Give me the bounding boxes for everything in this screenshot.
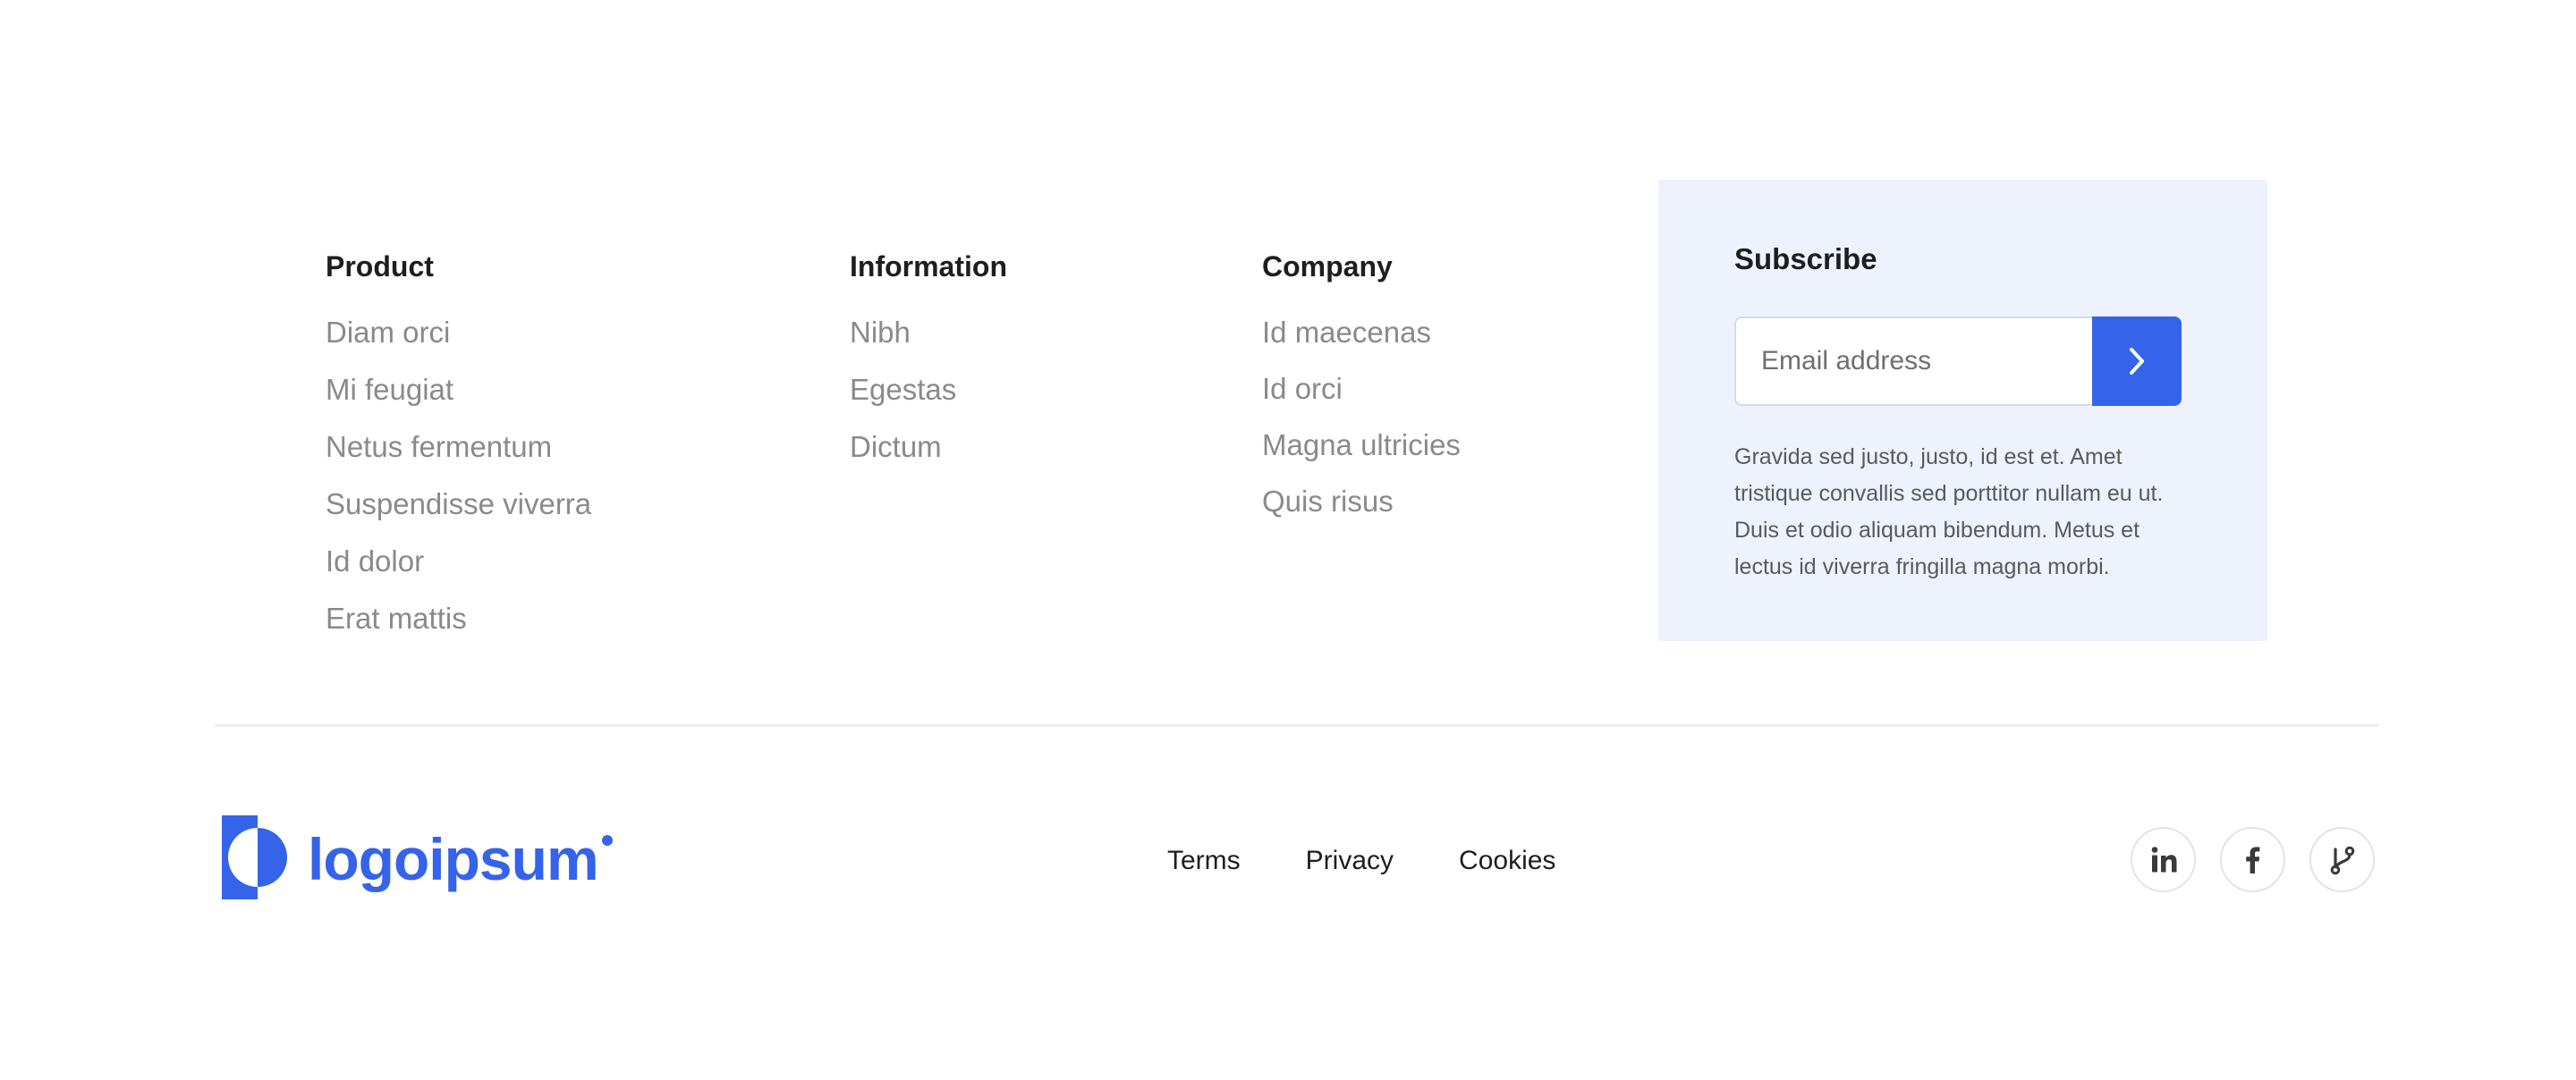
facebook-button[interactable]	[2220, 827, 2285, 892]
social-links	[2131, 827, 2375, 892]
linkedin-icon	[2148, 844, 2180, 876]
product-link[interactable]: Diam orci	[326, 315, 591, 350]
logo-mark-icon	[222, 814, 288, 904]
information-link[interactable]: Dictum	[850, 429, 1007, 465]
subscribe-title: Subscribe	[1734, 242, 1877, 275]
logo-dot	[601, 835, 613, 846]
company-link-list: Id maecenas Id orci Magna ultricies Quis…	[1262, 315, 1461, 519]
subscribe-panel: Subscribe Gravida sed justo, justo, id e…	[1658, 180, 2267, 641]
product-link[interactable]: Id dolor	[326, 544, 591, 579]
chevron-right-icon	[2123, 346, 2150, 376]
column-title-company: Company	[1262, 250, 1393, 283]
cookies-link[interactable]: Cookies	[1459, 843, 1555, 879]
git-branch-icon	[2326, 844, 2359, 876]
product-link[interactable]: Suspendisse viverra	[326, 486, 591, 522]
subscribe-form	[1734, 316, 2182, 406]
company-link[interactable]: Quis risus	[1262, 484, 1461, 519]
terms-link[interactable]: Terms	[1167, 843, 1241, 879]
subscribe-submit-button[interactable]	[2092, 316, 2182, 406]
footer-column-information: Information Nibh Egestas Dictum	[850, 249, 1007, 465]
column-title-information: Information	[850, 250, 1007, 283]
brand-logo[interactable]: logoipsum	[222, 814, 613, 904]
company-link[interactable]: Id orci	[1262, 371, 1461, 407]
privacy-link[interactable]: Privacy	[1306, 843, 1394, 879]
footer-column-product: Product Diam orci Mi feugiat Netus ferme…	[326, 249, 591, 637]
linkedin-button[interactable]	[2131, 827, 2196, 892]
git-button[interactable]	[2309, 827, 2375, 892]
company-link[interactable]: Magna ultricies	[1262, 427, 1461, 463]
information-link[interactable]: Egestas	[850, 372, 1007, 408]
footer-column-company: Company Id maecenas Id orci Magna ultric…	[1262, 249, 1461, 519]
subscribe-description: Gravida sed justo, justo, id est et. Ame…	[1734, 444, 2164, 579]
information-link[interactable]: Nibh	[850, 315, 1007, 350]
legal-links: Terms Privacy Cookies	[1167, 843, 1555, 879]
facebook-icon	[2237, 844, 2269, 876]
information-link-list: Nibh Egestas Dictum	[850, 315, 1007, 465]
product-link-list: Diam orci Mi feugiat Netus fermentum Sus…	[326, 315, 591, 637]
column-title-product: Product	[326, 250, 434, 283]
product-link[interactable]: Erat mattis	[326, 601, 591, 637]
footer-divider	[215, 724, 2378, 727]
logo-text: logoipsum	[308, 826, 599, 892]
logo-wordmark: logoipsum	[308, 817, 613, 901]
company-link[interactable]: Id maecenas	[1262, 315, 1461, 350]
product-link[interactable]: Mi feugiat	[326, 372, 591, 408]
product-link[interactable]: Netus fermentum	[326, 429, 591, 465]
email-input[interactable]	[1734, 316, 2092, 406]
